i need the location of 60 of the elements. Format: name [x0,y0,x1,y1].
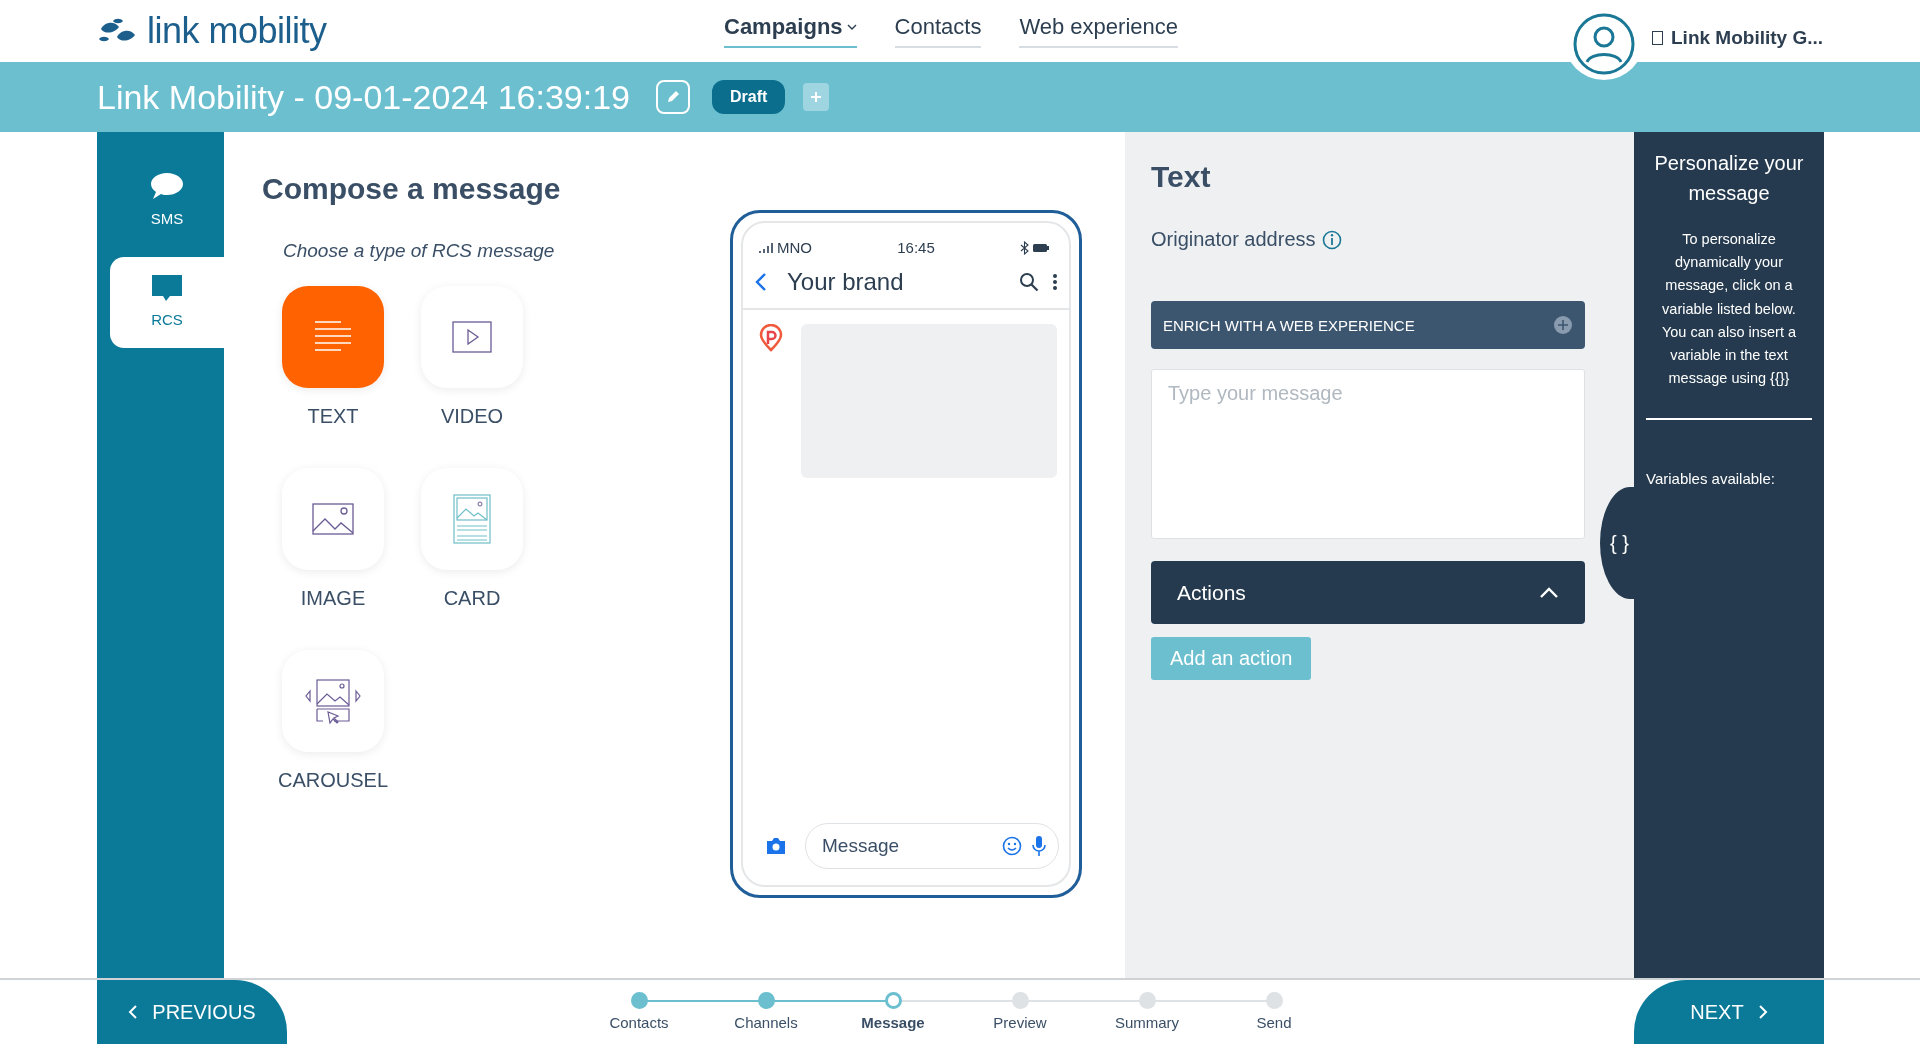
status-badge: Draft [712,80,786,114]
camera-icon[interactable] [765,837,787,855]
step-label: Preview [993,1014,1047,1031]
missing-glyph-icon [1652,31,1663,45]
chevron-icon [1539,586,1559,599]
actions-header[interactable]: Actions [1151,561,1585,624]
step-dot[interactable] [1265,992,1283,1009]
brand-name: Your brand [787,268,905,296]
personalize-title: Personalize your message [1653,151,1805,206]
editor-title: Text [1151,160,1212,194]
brand-pin-icon [759,324,783,352]
chevron-right-icon [1757,1004,1768,1020]
campaign-title: Link Mobility - 09-01-2024 16:39:19 [97,77,630,117]
variables-label: Variables available: [1646,470,1775,488]
originator-label: Originator address [1151,228,1316,251]
text-lines-icon [313,320,353,354]
step-dot[interactable] [1138,992,1156,1009]
logo-text: link mobility [147,10,327,52]
step-dot[interactable] [757,992,775,1009]
step-label: Send [1256,1014,1292,1031]
compose-title: Compose a message [262,172,562,206]
plus-icon [1553,315,1573,335]
status-time: 16:45 [897,239,935,256]
carousel-icon [304,677,362,725]
microphone-icon[interactable] [1032,835,1046,857]
nav-link[interactable]: Contacts [894,14,982,48]
step-dot[interactable] [884,992,902,1009]
channel-tab[interactable]: RCS [110,257,224,348]
personalize-description: To personalize dynamically your message, click on a variable listed below. You can also insert a variable in the text message using {{}} [1660,230,1798,389]
image-icon [312,503,354,535]
step-dot[interactable] [630,992,648,1009]
info-icon[interactable] [1321,229,1342,250]
chevron-left-icon [128,1004,139,1020]
nav-link[interactable]: Web experience [1019,14,1178,48]
channel-tab[interactable]: SMS [110,160,224,239]
enrich-button[interactable]: ENRICH WITH A WEB EXPERIENCE [1151,301,1585,349]
bluetooth-icon [1020,240,1029,255]
step-dot[interactable] [1011,992,1029,1009]
step-label: Summary [1114,1014,1180,1031]
carrier-name: MNO [777,239,812,256]
step-label: Channels [734,1014,798,1031]
back-icon[interactable] [755,272,767,292]
account-name[interactable]: Link Mobility G... [1671,27,1823,49]
nav-link[interactable]: Campaigns [724,14,857,48]
step-label: Message [861,1014,925,1031]
previous-button[interactable]: PREVIOUS [97,980,287,1044]
video-icon [452,321,492,353]
compose-subtitle: Choose a type of RCS message [283,240,555,262]
emoji-icon[interactable] [1002,836,1022,856]
card-icon [453,494,491,544]
more-icon[interactable] [1053,273,1057,291]
avatar-icon[interactable] [1572,12,1636,76]
plus-icon [809,90,824,104]
search-icon[interactable] [1019,272,1039,292]
message-textarea[interactable]: Type your message [1151,369,1585,539]
step-label: Contacts [609,1014,669,1031]
signal-icon [759,241,773,254]
pencil-icon [665,89,681,105]
next-button[interactable]: NEXT [1634,980,1824,1044]
battery-icon [1033,243,1049,252]
